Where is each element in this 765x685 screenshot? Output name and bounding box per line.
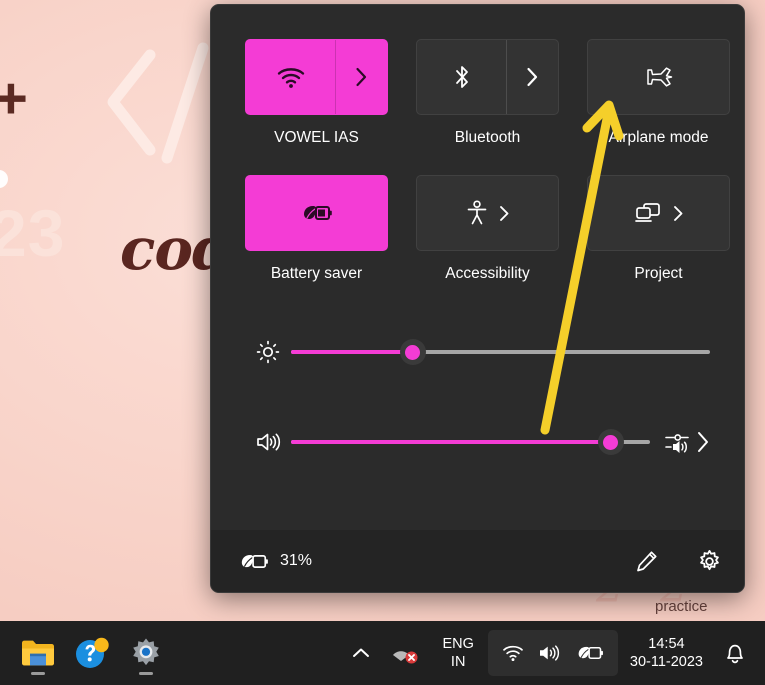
project-icon <box>634 203 660 222</box>
brightness-slider-fill <box>291 350 413 354</box>
wifi-icon <box>503 645 523 662</box>
wifi-icon <box>277 68 304 88</box>
wallpaper-plus-symbol: + <box>0 66 28 131</box>
tile-label-project: Project <box>634 265 683 282</box>
footer-actions <box>635 549 722 574</box>
gear-icon[interactable] <box>697 549 722 574</box>
tray-language-button[interactable]: ENG IN <box>430 629 485 677</box>
volume-icon-wrap <box>245 430 291 454</box>
chevron-right-icon <box>673 205 682 221</box>
bell-icon <box>727 644 743 664</box>
tile-wifi-chevron-button[interactable] <box>335 40 387 114</box>
tile-accessibility[interactable] <box>416 175 559 251</box>
tile-cell-accessibility: Accessibility <box>416 175 559 283</box>
tile-cell-project: Project <box>587 175 730 283</box>
tile-battery-saver-button[interactable] <box>246 176 387 250</box>
brightness-slider-thumb[interactable] <box>399 339 426 365</box>
tray-notifications-button[interactable] <box>715 629 755 677</box>
taskbar-system-tray: ENG IN 14:54 30-11-2023 <box>342 629 765 677</box>
quick-settings-panel: VOWEL IAS Bluetooth Airplane mode Batter… <box>210 4 745 593</box>
taskbar-running-indicator <box>139 672 153 675</box>
quick-settings-tile-row: VOWEL IAS Bluetooth Airplane mode <box>245 39 730 147</box>
chevron-up-icon <box>353 648 370 657</box>
tile-label-accessibility: Accessibility <box>445 265 530 282</box>
file-explorer-icon <box>22 640 54 666</box>
tile-label-airplane-mode: Airplane mode <box>608 129 709 146</box>
accessibility-icon <box>467 200 486 225</box>
battery-percentage: 31% <box>280 552 313 569</box>
tile-label-battery-saver: Battery saver <box>270 265 363 282</box>
chevron-right-icon[interactable] <box>696 431 710 453</box>
tile-cell-battery-saver: Battery saver <box>245 175 388 283</box>
tray-status-icons-button[interactable] <box>487 630 618 676</box>
battery-status[interactable]: 31% <box>239 551 312 572</box>
quick-settings-body: VOWEL IAS Bluetooth Airplane mode Batter… <box>211 5 744 530</box>
tile-wifi[interactable] <box>245 39 388 115</box>
brightness-icon <box>256 340 280 364</box>
sliders-section <box>245 330 710 464</box>
pencil-icon[interactable] <box>635 549 659 573</box>
taskbar: ENG IN 14:54 30-11-2023 <box>0 621 765 685</box>
quick-settings-tile-row: Battery saver Accessibility Project <box>245 175 730 283</box>
tile-cell-airplane-mode: Airplane mode <box>587 39 730 147</box>
get-help-icon <box>76 637 109 668</box>
wallpaper-year: 23 <box>0 196 66 270</box>
tile-airplane-mode-button[interactable] <box>588 40 729 114</box>
taskbar-running-indicator <box>31 672 45 675</box>
audio-mixer-icon[interactable] <box>664 430 690 454</box>
brightness-slider-row <box>245 330 710 374</box>
wallpaper-dot <box>0 170 8 188</box>
tile-project[interactable] <box>587 175 730 251</box>
taskbar-item-settings[interactable] <box>124 629 168 677</box>
battery-saver-icon <box>303 206 332 220</box>
volume-slider-fill <box>291 440 611 444</box>
chevron-right-icon <box>527 67 538 87</box>
tile-cell-bluetooth: Bluetooth <box>416 39 559 147</box>
quick-settings-footer: 31% <box>211 530 744 592</box>
tile-bluetooth-button[interactable] <box>417 40 506 114</box>
tray-clock-button[interactable]: 14:54 30-11-2023 <box>620 636 713 670</box>
taskbar-item-get-help[interactable] <box>70 629 114 677</box>
tray-network-error-button[interactable] <box>382 629 428 677</box>
tile-bluetooth[interactable] <box>416 39 559 115</box>
volume-slider-thumb[interactable] <box>597 429 624 455</box>
tray-clock-time: 14:54 <box>648 635 685 652</box>
chevron-right-icon <box>356 67 367 87</box>
volume-extra-controls <box>664 430 710 454</box>
tile-cell-wifi: VOWEL IAS <box>245 39 388 147</box>
battery-saver-icon <box>241 554 268 568</box>
tile-wifi-button[interactable] <box>246 40 335 114</box>
taskbar-app-buttons <box>0 629 168 677</box>
brightness-icon-wrap <box>245 340 291 364</box>
tray-clock-date: 30-11-2023 <box>629 653 703 670</box>
airplane-icon <box>646 67 672 87</box>
tile-airplane-mode[interactable] <box>587 39 730 115</box>
tile-label-wifi: VOWEL IAS <box>274 129 359 146</box>
taskbar-item-file-explorer[interactable] <box>16 629 60 677</box>
tray-language-line2: IN <box>450 653 466 670</box>
battery-saver-icon <box>578 646 603 660</box>
tile-label-bluetooth: Bluetooth <box>454 129 521 146</box>
chevron-right-icon <box>499 205 508 221</box>
tile-battery-saver[interactable] <box>245 175 388 251</box>
tile-accessibility-button[interactable] <box>417 176 558 250</box>
volume-slider[interactable] <box>291 427 650 457</box>
volume-icon <box>539 645 560 661</box>
volume-slider-row <box>245 420 710 464</box>
volume-icon <box>257 433 281 451</box>
network-error-icon <box>393 651 418 664</box>
tile-bluetooth-chevron-button[interactable] <box>506 40 558 114</box>
bluetooth-icon <box>455 66 468 88</box>
brightness-slider[interactable] <box>291 337 710 367</box>
tray-overflow-button[interactable] <box>342 629 380 677</box>
tray-language-line1: ENG <box>442 636 474 653</box>
settings-gear-icon <box>133 638 159 666</box>
wallpaper-practice-text: practice <box>655 598 708 615</box>
wallpaper-code-bracket-icon <box>107 42 209 164</box>
tile-project-button[interactable] <box>588 176 729 250</box>
